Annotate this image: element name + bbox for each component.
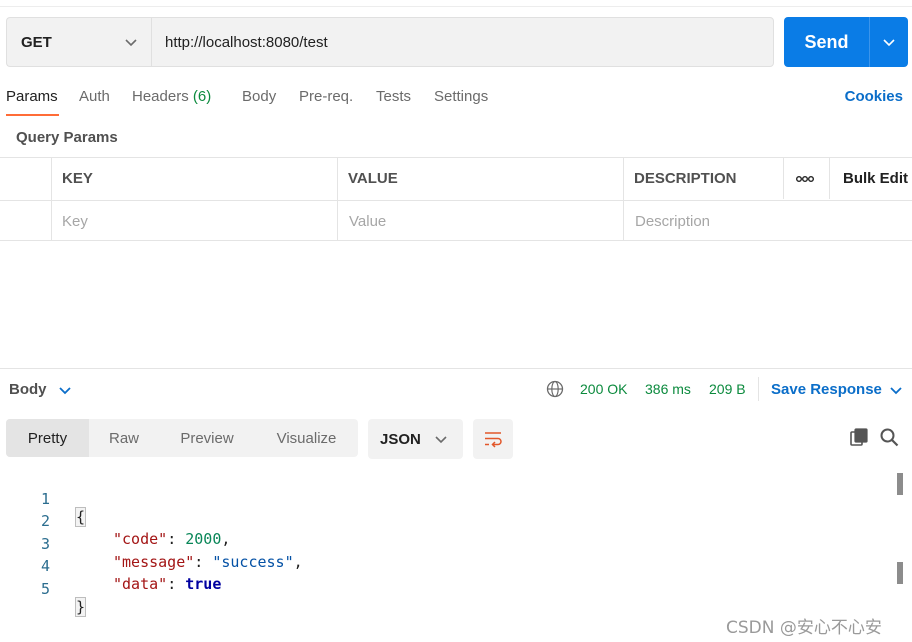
search-icon[interactable]: [879, 427, 899, 447]
copy-icon[interactable]: [849, 427, 869, 447]
response-section-label[interactable]: Body: [9, 381, 47, 398]
response-time[interactable]: 386 ms: [645, 381, 691, 397]
chevron-down-icon: [435, 436, 447, 444]
chevron-down-icon: [883, 39, 895, 47]
watermark: CSDN @安心不心安: [726, 618, 882, 638]
headers-count-badge: (6): [192, 88, 212, 105]
param-key-input[interactable]: Key: [62, 201, 337, 242]
chevron-down-icon[interactable]: [888, 382, 904, 398]
code-line: 2 "code": 2000,: [0, 494, 890, 548]
tab-headers-label: Headers: [132, 88, 189, 105]
scrollbar-thumb[interactable]: [897, 562, 903, 584]
view-pretty[interactable]: Pretty: [6, 419, 89, 457]
column-divider: [51, 158, 52, 240]
code-line: 1 {: [0, 472, 890, 527]
url-text: http://localhost:8080/test: [165, 33, 328, 51]
chevron-down-icon: [125, 39, 137, 47]
response-divider: [0, 368, 912, 369]
request-tabs: Params Auth Headers (6) Body Pre-req. Te…: [0, 84, 912, 116]
column-header-value: VALUE: [348, 170, 398, 187]
response-size[interactable]: 209 B: [709, 381, 746, 397]
method-select[interactable]: GET: [6, 17, 151, 67]
view-raw[interactable]: Raw: [89, 419, 159, 457]
column-divider: [783, 158, 784, 199]
url-input[interactable]: http://localhost:8080/test: [151, 17, 774, 67]
query-params-title: Query Params: [16, 129, 118, 146]
more-icon: [796, 175, 814, 182]
tab-params[interactable]: Params: [6, 88, 58, 105]
column-header-description: DESCRIPTION: [634, 170, 737, 187]
column-header-key: KEY: [62, 170, 93, 187]
bulk-edit-button[interactable]: Bulk Edit: [843, 158, 908, 199]
send-options-button[interactable]: [869, 17, 908, 67]
format-label: JSON: [380, 430, 421, 448]
tab-tests[interactable]: Tests: [376, 88, 411, 105]
send-label: Send: [804, 31, 849, 52]
tab-auth[interactable]: Auth: [79, 88, 110, 105]
scrollbar-thumb[interactable]: [897, 473, 903, 495]
save-response-button[interactable]: Save Response: [771, 381, 882, 398]
tab-prereq[interactable]: Pre-req.: [299, 88, 353, 105]
line-number: 5: [40, 580, 50, 598]
tab-headers[interactable]: Headers (6): [132, 88, 211, 105]
status-badge[interactable]: 200 OK: [580, 381, 627, 397]
param-value-input[interactable]: Value: [349, 201, 623, 242]
code-line: 3 "message": "success",: [0, 517, 890, 571]
code-line: 5 }: [0, 562, 890, 617]
send-button[interactable]: Send: [784, 17, 869, 67]
divider: [758, 377, 759, 401]
format-select[interactable]: JSON: [368, 419, 463, 459]
wrap-lines-icon: [485, 432, 502, 448]
tab-settings[interactable]: Settings: [434, 88, 488, 105]
param-description-input[interactable]: Description: [635, 201, 905, 242]
method-label: GET: [21, 33, 52, 51]
code-line: 4 "data": true: [0, 539, 890, 593]
globe-icon[interactable]: [546, 380, 564, 398]
close-brace: }: [74, 597, 87, 617]
view-preview[interactable]: Preview: [159, 419, 255, 457]
wrap-lines-button[interactable]: [473, 419, 513, 459]
column-divider: [337, 158, 338, 240]
top-divider: [0, 6, 912, 7]
table-row: Key Value Description: [0, 200, 912, 242]
column-divider: [623, 158, 624, 240]
response-view-toggle: Pretty Raw Preview Visualize: [6, 419, 358, 457]
cookies-link[interactable]: Cookies: [845, 88, 903, 105]
chevron-down-icon[interactable]: [57, 382, 73, 398]
more-options-button[interactable]: [795, 158, 815, 199]
table-header-row: KEY VALUE DESCRIPTION Bulk Edit: [0, 158, 912, 200]
query-params-table: KEY VALUE DESCRIPTION Bulk Edit Key Valu…: [0, 157, 912, 241]
active-tab-indicator: [6, 114, 59, 116]
column-divider: [829, 158, 830, 199]
view-visualize[interactable]: Visualize: [255, 419, 358, 457]
tab-body[interactable]: Body: [242, 88, 276, 105]
